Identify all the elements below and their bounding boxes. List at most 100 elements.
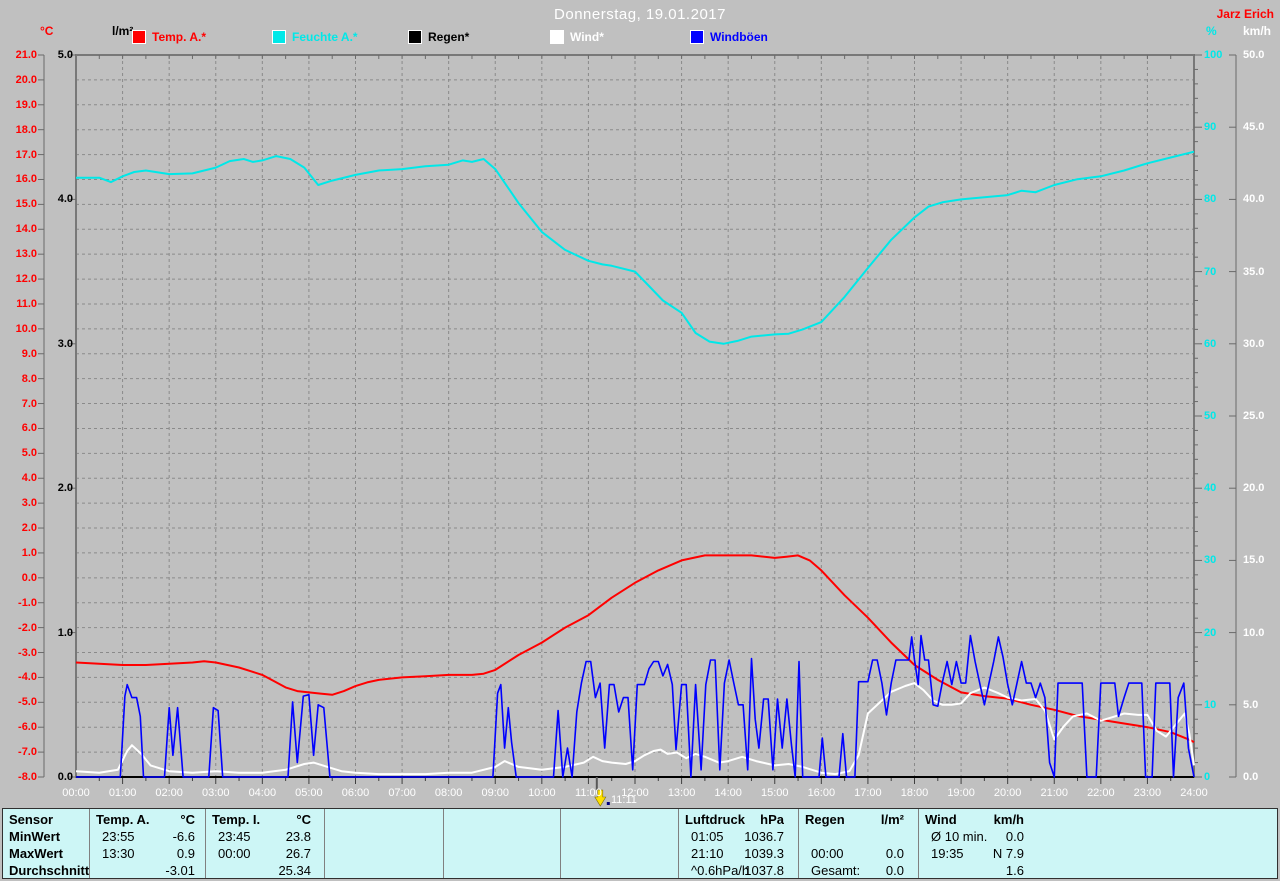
table-cell-value: -3.01: [165, 862, 195, 879]
temp-axis-tick-label: 12.0: [2, 273, 37, 285]
rain-axis-tick-label: 1.0: [39, 627, 73, 639]
time-axis-tick-label: 07:00: [388, 787, 416, 799]
column-header-name: Wind: [925, 811, 957, 828]
temp-axis-tick-label: 10.0: [2, 323, 37, 335]
column-header-name: Temp. A.: [96, 811, 149, 828]
temp-axis-tick-label: -7.0: [2, 746, 37, 758]
rain-axis-tick-label: 0.0: [39, 771, 73, 783]
time-axis-tick-label: 16:00: [808, 787, 836, 799]
time-marker-dot: [607, 802, 610, 805]
humidity-axis-tick-label: 20: [1204, 627, 1234, 639]
column-header-unit: °C: [296, 811, 311, 828]
time-axis-tick-label: 06:00: [342, 787, 370, 799]
table-cell-value: 0.9: [177, 845, 195, 862]
rain-axis-tick-label: 5.0: [39, 49, 73, 61]
time-axis-tick-label: 18:00: [901, 787, 929, 799]
humidity-axis-tick-label: 80: [1204, 193, 1234, 205]
wind-axis-tick-label: 5.0: [1243, 699, 1279, 711]
table-cell-value: -6.6: [173, 828, 195, 845]
table-cell-value: 26.7: [286, 845, 311, 862]
humidity-axis-tick-label: 0: [1204, 771, 1234, 783]
table-cell-time: 21:10: [691, 845, 724, 862]
time-axis-tick-label: 10:00: [528, 787, 556, 799]
wind-axis-tick-label: 20.0: [1243, 482, 1279, 494]
column-header-unit: km/h: [994, 811, 1024, 828]
temp-axis-tick-label: 17.0: [2, 149, 37, 161]
temp-axis-tick-label: 15.0: [2, 198, 37, 210]
time-axis-tick-label: 24:00: [1180, 787, 1208, 799]
time-axis-tick-label: 00:00: [62, 787, 90, 799]
time-axis-tick-label: 19:00: [947, 787, 975, 799]
time-axis-tick-label: 15:00: [761, 787, 789, 799]
rain-axis-tick-label: 2.0: [39, 482, 73, 494]
temp-axis-tick-label: 20.0: [2, 74, 37, 86]
humidity-axis-tick-label: 30: [1204, 554, 1234, 566]
column-header-name: Temp. I.: [212, 811, 260, 828]
table-cell-time: 00:00: [811, 845, 844, 862]
table-row-label: MinWert: [9, 828, 60, 845]
table-cell-time: 00:00: [218, 845, 251, 862]
column-header-unit: hPa: [760, 811, 784, 828]
time-axis-tick-label: 08:00: [435, 787, 463, 799]
column-header-name: Luftdruck: [685, 811, 745, 828]
table-cell-time: 19:35: [931, 845, 964, 862]
table-cell-value: 0.0: [1006, 828, 1024, 845]
time-axis-tick-label: 20:00: [994, 787, 1022, 799]
table-cell-value: 1037.8: [744, 862, 784, 879]
time-axis-tick-label: 22:00: [1087, 787, 1115, 799]
time-axis-tick-label: 04:00: [249, 787, 277, 799]
table-cell-value: 0.0: [886, 845, 904, 862]
time-axis-tick-label: 13:00: [668, 787, 696, 799]
temp-axis-tick-label: 6.0: [2, 422, 37, 434]
table-cell-time: 23:45: [218, 828, 251, 845]
chart-plot-area[interactable]: [76, 55, 1194, 777]
wind-axis-tick-label: 35.0: [1243, 266, 1279, 278]
humidity-axis-tick-label: 70: [1204, 266, 1234, 278]
weather-chart-window: Donnerstag, 19.01.2017 Jarz Erich °C l/m…: [0, 0, 1280, 881]
humidity-axis-tick-label: 100: [1204, 49, 1234, 61]
table-cell-value: N 7.9: [993, 845, 1024, 862]
column-header-unit: °C: [180, 811, 195, 828]
table-cell-value: 23.8: [286, 828, 311, 845]
table-row-label: MaxWert: [9, 845, 63, 862]
summary-column-empty-4: [560, 809, 678, 878]
temp-axis-tick-label: 8.0: [2, 373, 37, 385]
summary-column-temp-a-: Temp. A.°C23:55-6.613:300.9-3.01: [89, 809, 205, 878]
time-axis-tick-label: 05:00: [295, 787, 323, 799]
time-axis-tick-label: 21:00: [1040, 787, 1068, 799]
temp-axis-tick-label: 13.0: [2, 248, 37, 260]
rain-axis-tick-label: 3.0: [39, 338, 73, 350]
wind-axis-tick-label: 0.0: [1243, 771, 1279, 783]
table-row-label: Durchschnitt: [9, 862, 89, 879]
temp-axis-tick-label: -8.0: [2, 771, 37, 783]
time-axis-tick-label: 23:00: [1134, 787, 1162, 799]
table-cell-time: 01:05: [691, 828, 724, 845]
table-cell-time: ^0.6hPa/h: [691, 862, 749, 879]
summary-column-wind: Windkm/hØ 10 min.0.019:35N 7.91.6: [918, 809, 1278, 878]
wind-axis-tick-label: 25.0: [1243, 410, 1279, 422]
column-header-name: Regen: [805, 811, 845, 828]
humidity-axis-tick-label: 50: [1204, 410, 1234, 422]
temp-axis-tick-label: 5.0: [2, 447, 37, 459]
time-axis-tick-label: 02:00: [155, 787, 183, 799]
wind-axis-tick-label: 15.0: [1243, 554, 1279, 566]
summary-column-luftdruck: LuftdruckhPa01:051036.721:101039.3^0.6hP…: [678, 809, 798, 878]
temp-axis-tick-label: 21.0: [2, 49, 37, 61]
table-cell-value: 0.0: [886, 862, 904, 879]
humidity-axis-tick-label: 40: [1204, 482, 1234, 494]
summary-table: SensorMinWertMaxWertDurchschnitt Temp. A.…: [2, 808, 1278, 879]
temp-axis-tick-label: -6.0: [2, 721, 37, 733]
summary-column-empty-2: [324, 809, 443, 878]
temp-axis-tick-label: -4.0: [2, 671, 37, 683]
time-axis-tick-label: 14:00: [714, 787, 742, 799]
temp-axis-tick-label: 3.0: [2, 497, 37, 509]
table-cell-time: 13:30: [102, 845, 135, 862]
time-marker-label: 11:11: [611, 794, 637, 806]
humidity-axis-tick-label: 60: [1204, 338, 1234, 350]
table-cell-value: 25.34: [278, 862, 311, 879]
temp-axis-tick-label: 1.0: [2, 547, 37, 559]
wind-axis-tick-label: 10.0: [1243, 627, 1279, 639]
wind-axis-tick-label: 30.0: [1243, 338, 1279, 350]
rain-axis-tick-label: 4.0: [39, 193, 73, 205]
table-row-labels-column: SensorMinWertMaxWertDurchschnitt: [3, 809, 89, 878]
